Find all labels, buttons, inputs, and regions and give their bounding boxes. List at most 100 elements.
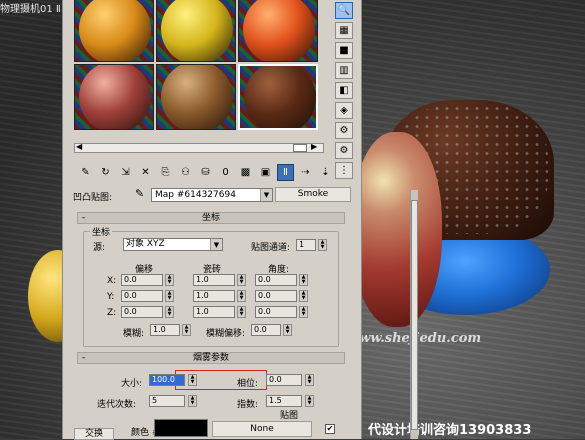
color1-map-checkbox[interactable]: ✔: [325, 424, 335, 434]
angle-spinner[interactable]: 0.0 ▲ ▼: [255, 306, 309, 318]
sample-uv-icon[interactable]: ◧: [335, 82, 353, 99]
spinner-arrows-icon[interactable]: ▲ ▼: [283, 324, 292, 336]
spinner-arrows-icon[interactable]: ▲ ▼: [299, 290, 308, 302]
coordinates-rollout-header[interactable]: - 坐标: [77, 212, 345, 224]
spinner-arrows-icon[interactable]: ▲ ▼: [305, 395, 314, 407]
make-copy-icon[interactable]: ⎘: [157, 164, 174, 181]
spinner-arrows-icon[interactable]: ▲ ▼: [188, 395, 197, 407]
phase-value[interactable]: 0.0: [266, 374, 302, 386]
map-name-field[interactable]: Map #614327694 ▼: [151, 188, 273, 202]
tiling-value[interactable]: 1.0: [193, 290, 235, 302]
map-name-value: Map #614327694: [155, 190, 236, 200]
put-to-library-icon[interactable]: ⛁: [197, 164, 214, 181]
material-slot[interactable]: [238, 0, 318, 62]
material-editor-panel: 🔍 ▦ ■ ▥ ◧ ◈ ⚙ ⚙ ⋮ ◀ ▶ ✎ ↻ ⇲ ✕ ⎘ ⚇ ⛁ 0 ▩ ▣ Ⅱ ⇢ ⇣ 凹凸贴图: ✎ Map …: [62, 0, 418, 439]
go-to-parent-icon[interactable]: Ⅱ: [277, 164, 294, 181]
slots-scrollbar[interactable]: ◀ ▶: [74, 142, 324, 153]
swap-button[interactable]: 交换: [74, 428, 114, 440]
video-color-icon[interactable]: ◈: [335, 102, 353, 119]
iterations-value[interactable]: 5: [149, 395, 185, 407]
color1-map-button[interactable]: None: [212, 421, 312, 437]
size-spinner[interactable]: 100.0 ▲ ▼: [149, 374, 203, 386]
show-end-result-icon[interactable]: ▣: [257, 164, 274, 181]
chevron-down-icon[interactable]: ▼: [260, 189, 272, 201]
blur-offset-value[interactable]: 0.0: [251, 324, 281, 336]
angle-value[interactable]: 0.0: [255, 274, 297, 286]
map-channel-value[interactable]: 1: [296, 239, 316, 251]
offset-spinner[interactable]: 0.0 ▲ ▼: [121, 306, 175, 318]
tiling-spinner[interactable]: 1.0 ▲ ▼: [193, 306, 247, 318]
exponent-spinner[interactable]: 1.5 ▲ ▼: [266, 395, 320, 407]
map-type-button[interactable]: Smoke: [275, 187, 351, 202]
show-map-icon[interactable]: ▩: [237, 164, 254, 181]
sphere-icon[interactable]: ■: [335, 42, 353, 59]
iterations-spinner[interactable]: 5 ▲ ▼: [149, 395, 203, 407]
offset-value[interactable]: 0.0: [121, 290, 163, 302]
material-slot[interactable]: [74, 0, 154, 62]
material-slot[interactable]: [238, 64, 318, 130]
source-select[interactable]: 对象 XYZ ▼: [123, 238, 223, 251]
smoke-params-rollout-header[interactable]: - 烟雾参数: [77, 352, 345, 364]
assign-material-icon[interactable]: ⇲: [117, 164, 134, 181]
spinner-arrows-icon[interactable]: ▲ ▼: [299, 306, 308, 318]
offset-value[interactable]: 0.0: [121, 274, 163, 286]
backlight-icon[interactable]: ▥: [335, 62, 353, 79]
tiling-value[interactable]: 1.0: [193, 274, 235, 286]
get-material-icon[interactable]: ✎: [77, 164, 94, 181]
color1-swatch[interactable]: [154, 419, 208, 437]
viewport-label[interactable]: 物理摄机01 Ⅱ: [0, 0, 61, 15]
phase-spinner[interactable]: 0.0 ▲ ▼: [266, 374, 320, 386]
blur-value[interactable]: 1.0: [150, 324, 180, 336]
make-preview-icon[interactable]: ⚙: [335, 122, 353, 139]
navigator-icon[interactable]: ⇣: [317, 164, 334, 181]
size-value[interactable]: 100.0: [149, 374, 185, 386]
angle-value[interactable]: 0.0: [255, 290, 297, 302]
blur-spinner[interactable]: 1.0 ▲ ▼: [150, 324, 204, 336]
spinner-arrows-icon[interactable]: ▲ ▼: [188, 374, 197, 386]
spinner-arrows-icon[interactable]: ▲ ▼: [318, 239, 327, 251]
make-unique-icon[interactable]: ⚇: [177, 164, 194, 181]
eyedropper-icon[interactable]: ✎: [135, 187, 144, 200]
angle-value[interactable]: 0.0: [255, 306, 297, 318]
spinner-arrows-icon[interactable]: ▲ ▼: [237, 290, 246, 302]
exponent-value[interactable]: 1.5: [266, 395, 302, 407]
magnifier-icon[interactable]: 🔍: [335, 2, 353, 19]
material-slot[interactable]: [156, 0, 236, 62]
angle-spinner[interactable]: 0.0 ▲ ▼: [255, 290, 309, 302]
delete-icon[interactable]: ✕: [137, 164, 154, 181]
chevron-down-icon[interactable]: ▼: [210, 239, 222, 250]
spinner-arrows-icon[interactable]: ▲ ▼: [299, 274, 308, 286]
material-slot[interactable]: [74, 64, 154, 130]
collapse-icon[interactable]: -: [82, 213, 85, 223]
angle-spinner[interactable]: 0.0 ▲ ▼: [255, 274, 309, 286]
spinner-arrows-icon[interactable]: ▲ ▼: [165, 306, 174, 318]
spinner-arrows-icon[interactable]: ▲ ▼: [182, 324, 191, 336]
tiling-spinner[interactable]: 1.0 ▲ ▼: [193, 290, 247, 302]
blur-offset-spinner[interactable]: 0.0 ▲ ▼: [251, 324, 305, 336]
spinner-arrows-icon[interactable]: ▲ ▼: [237, 306, 246, 318]
spinner-arrows-icon[interactable]: ▲ ▼: [165, 290, 174, 302]
map-channel-spinner[interactable]: 1 ▲ ▼: [296, 239, 328, 251]
offset-value[interactable]: 0.0: [121, 306, 163, 318]
iterations-label: 迭代次数:: [97, 400, 137, 410]
go-forward-icon[interactable]: ⇢: [297, 164, 314, 181]
spinner-arrows-icon[interactable]: ▲ ▼: [165, 274, 174, 286]
collapse-icon[interactable]: -: [82, 353, 85, 363]
scroll-right-icon[interactable]: ▶: [311, 142, 317, 151]
offset-spinner[interactable]: 0.0 ▲ ▼: [121, 274, 175, 286]
options-icon[interactable]: ⚙: [335, 142, 353, 159]
spinner-arrows-icon[interactable]: ▲ ▼: [305, 374, 314, 386]
material-id-icon[interactable]: 0: [217, 164, 234, 181]
panel-scrollbar[interactable]: [410, 190, 418, 439]
scroll-thumb[interactable]: [293, 144, 307, 152]
scroll-left-icon[interactable]: ◀: [76, 142, 82, 151]
checker-icon[interactable]: ▦: [335, 22, 353, 39]
material-slot[interactable]: [156, 64, 236, 130]
tiling-value[interactable]: 1.0: [193, 306, 235, 318]
spinner-arrows-icon[interactable]: ▲ ▼: [237, 274, 246, 286]
tiling-spinner[interactable]: 1.0 ▲ ▼: [193, 274, 247, 286]
axis-label: Z:: [107, 308, 117, 318]
offset-spinner[interactable]: 0.0 ▲ ▼: [121, 290, 175, 302]
put-to-scene-icon[interactable]: ↻: [97, 164, 114, 181]
panel-scroll-thumb[interactable]: [411, 200, 418, 430]
